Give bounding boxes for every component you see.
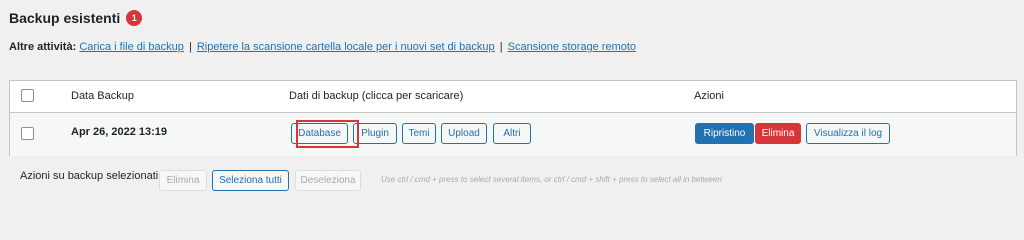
- deselect-button[interactable]: Deseleziona: [295, 170, 361, 191]
- table-header: Data Backup Dati di backup (clicca per s…: [10, 81, 1016, 113]
- link-separator: |: [188, 41, 192, 53]
- other-activities: Altre attività: Carica i file di backup …: [9, 41, 636, 53]
- download-uploads-button[interactable]: Upload: [441, 123, 487, 144]
- section-heading: Backup esistenti 1: [9, 10, 143, 26]
- select-all-button[interactable]: Seleziona tutti: [212, 170, 289, 191]
- other-activities-label: Altre attività:: [9, 41, 77, 53]
- select-all-checkbox[interactable]: [21, 89, 34, 102]
- download-themes-button[interactable]: Temi: [402, 123, 436, 144]
- bulk-actions: Azioni su backup selezionati: [20, 170, 158, 182]
- count-badge: 1: [126, 10, 143, 26]
- rescan-remote-link[interactable]: Scansione storage remoto: [508, 41, 636, 53]
- column-date: Data Backup: [71, 90, 134, 102]
- download-others-button[interactable]: Altri: [493, 123, 531, 144]
- link-separator: |: [499, 41, 503, 53]
- rescan-local-link[interactable]: Ripetere la scansione cartella locale pe…: [197, 41, 495, 53]
- restore-button[interactable]: Ripristino: [695, 123, 754, 144]
- upload-backup-link[interactable]: Carica i file di backup: [79, 41, 184, 53]
- backup-date: Apr 26, 2022 13:19: [71, 126, 168, 138]
- table-row: Apr 26, 2022 13:19 Database Plugin Temi …: [10, 113, 1016, 156]
- row-checkbox[interactable]: [21, 127, 34, 140]
- column-actions: Azioni: [694, 90, 724, 102]
- bulk-actions-label: Azioni su backup selezionati: [20, 170, 159, 182]
- backups-table: Data Backup Dati di backup (clicca per s…: [9, 80, 1017, 156]
- view-log-button[interactable]: Visualizza il log: [806, 123, 890, 144]
- delete-button[interactable]: Elimina: [755, 123, 801, 144]
- page-title: Backup esistenti: [9, 10, 121, 26]
- selection-hint: Use ctrl / cmd + press to select several…: [381, 175, 722, 184]
- database-highlight-box: [296, 120, 359, 148]
- download-plugin-button[interactable]: Plugin: [353, 123, 397, 144]
- column-backup-data: Dati di backup (clicca per scaricare): [289, 90, 464, 102]
- bulk-delete-button[interactable]: Elimina: [159, 170, 207, 191]
